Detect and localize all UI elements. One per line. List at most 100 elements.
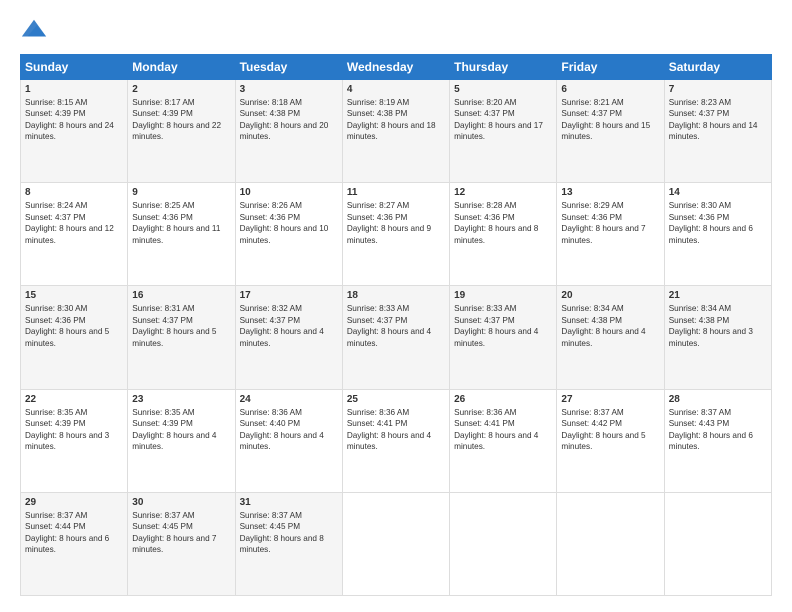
day-info: Sunrise: 8:18 AMSunset: 4:38 PMDaylight:… xyxy=(240,97,338,143)
calendar-cell: 21Sunrise: 8:34 AMSunset: 4:38 PMDayligh… xyxy=(664,286,771,389)
day-number: 19 xyxy=(454,290,552,301)
day-number: 12 xyxy=(454,187,552,198)
page: SundayMondayTuesdayWednesdayThursdayFrid… xyxy=(0,0,792,612)
calendar-header-sunday: Sunday xyxy=(21,55,128,80)
calendar-cell: 5 Sunrise: 8:20 AMSunset: 4:37 PMDaylight… xyxy=(450,80,557,183)
calendar-cell: 30 Sunrise: 8:37 AMSunset: 4:45 PMDayligh… xyxy=(128,492,235,595)
calendar-header-friday: Friday xyxy=(557,55,664,80)
calendar-cell: 6 Sunrise: 8:21 AMSunset: 4:37 PMDaylight… xyxy=(557,80,664,183)
day-info: Sunrise: 8:32 AMSunset: 4:37 PMDaylight:… xyxy=(240,303,338,349)
calendar-cell: 24 Sunrise: 8:36 AMSunset: 4:40 PMDayligh… xyxy=(235,389,342,492)
day-info: Sunrise: 8:37 AMSunset: 4:45 PMDaylight:… xyxy=(132,510,230,556)
calendar-cell: 2 Sunrise: 8:17 AMSunset: 4:39 PMDaylight… xyxy=(128,80,235,183)
day-number: 27 xyxy=(561,394,659,405)
day-info: Sunrise: 8:15 AMSunset: 4:39 PMDaylight:… xyxy=(25,97,123,143)
day-info: Sunrise: 8:23 AMSunset: 4:37 PMDaylight:… xyxy=(669,97,767,143)
day-info: Sunrise: 8:30 AMSunset: 4:36 PMDaylight:… xyxy=(669,200,767,246)
day-number: 16 xyxy=(132,290,230,301)
day-number: 14 xyxy=(669,187,767,198)
day-info: Sunrise: 8:34 AMSunset: 4:38 PMDaylight:… xyxy=(561,303,659,349)
day-number: 24 xyxy=(240,394,338,405)
calendar-cell: 14 Sunrise: 8:30 AMSunset: 4:36 PMDayligh… xyxy=(664,183,771,286)
day-info: Sunrise: 8:30 AMSunset: 4:36 PMDaylight:… xyxy=(25,303,123,349)
calendar-header-thursday: Thursday xyxy=(450,55,557,80)
calendar-cell: 10Sunrise: 8:26 AMSunset: 4:36 PMDayligh… xyxy=(235,183,342,286)
day-info: Sunrise: 8:21 AMSunset: 4:37 PMDaylight:… xyxy=(561,97,659,143)
calendar-cell: 12 Sunrise: 8:28 AMSunset: 4:36 PMDayligh… xyxy=(450,183,557,286)
day-info: Sunrise: 8:31 AMSunset: 4:37 PMDaylight:… xyxy=(132,303,230,349)
day-info: Sunrise: 8:27 AMSunset: 4:36 PMDaylight:… xyxy=(347,200,445,246)
day-number: 25 xyxy=(347,394,445,405)
day-number: 13 xyxy=(561,187,659,198)
calendar-row-3: 15 Sunrise: 8:30 AMSunset: 4:36 PMDayligh… xyxy=(21,286,772,389)
day-number: 23 xyxy=(132,394,230,405)
day-info: Sunrise: 8:37 AMSunset: 4:44 PMDaylight:… xyxy=(25,510,123,556)
day-number: 31 xyxy=(240,497,338,508)
calendar-row-4: 22 Sunrise: 8:35 AMSunset: 4:39 PMDayligh… xyxy=(21,389,772,492)
day-number: 26 xyxy=(454,394,552,405)
calendar-row-1: 1 Sunrise: 8:15 AMSunset: 4:39 PMDaylight… xyxy=(21,80,772,183)
calendar-cell: 27 Sunrise: 8:37 AMSunset: 4:42 PMDayligh… xyxy=(557,389,664,492)
calendar-cell: 11 Sunrise: 8:27 AMSunset: 4:36 PMDayligh… xyxy=(342,183,449,286)
day-number: 3 xyxy=(240,84,338,95)
day-info: Sunrise: 8:17 AMSunset: 4:39 PMDaylight:… xyxy=(132,97,230,143)
day-info: Sunrise: 8:33 AMSunset: 4:37 PMDaylight:… xyxy=(347,303,445,349)
day-info: Sunrise: 8:24 AMSunset: 4:37 PMDaylight:… xyxy=(25,200,123,246)
day-number: 8 xyxy=(25,187,123,198)
calendar-row-2: 8 Sunrise: 8:24 AMSunset: 4:37 PMDaylight… xyxy=(21,183,772,286)
day-info: Sunrise: 8:36 AMSunset: 4:41 PMDaylight:… xyxy=(347,407,445,453)
calendar-cell: 13Sunrise: 8:29 AMSunset: 4:36 PMDayligh… xyxy=(557,183,664,286)
day-info: Sunrise: 8:33 AMSunset: 4:37 PMDaylight:… xyxy=(454,303,552,349)
day-info: Sunrise: 8:36 AMSunset: 4:40 PMDaylight:… xyxy=(240,407,338,453)
calendar-cell: 1 Sunrise: 8:15 AMSunset: 4:39 PMDaylight… xyxy=(21,80,128,183)
calendar-header-row: SundayMondayTuesdayWednesdayThursdayFrid… xyxy=(21,55,772,80)
day-info: Sunrise: 8:35 AMSunset: 4:39 PMDaylight:… xyxy=(25,407,123,453)
calendar-cell: 29 Sunrise: 8:37 AMSunset: 4:44 PMDayligh… xyxy=(21,492,128,595)
calendar-header-tuesday: Tuesday xyxy=(235,55,342,80)
day-number: 9 xyxy=(132,187,230,198)
calendar-cell: 7 Sunrise: 8:23 AMSunset: 4:37 PMDaylight… xyxy=(664,80,771,183)
calendar-cell: 4Sunrise: 8:19 AMSunset: 4:38 PMDaylight… xyxy=(342,80,449,183)
header xyxy=(20,16,772,44)
day-info: Sunrise: 8:34 AMSunset: 4:38 PMDaylight:… xyxy=(669,303,767,349)
calendar-cell: 25 Sunrise: 8:36 AMSunset: 4:41 PMDayligh… xyxy=(342,389,449,492)
day-number: 22 xyxy=(25,394,123,405)
day-number: 1 xyxy=(25,84,123,95)
day-number: 18 xyxy=(347,290,445,301)
calendar-cell: 9 Sunrise: 8:25 AMSunset: 4:36 PMDaylight… xyxy=(128,183,235,286)
day-number: 6 xyxy=(561,84,659,95)
day-number: 5 xyxy=(454,84,552,95)
day-info: Sunrise: 8:20 AMSunset: 4:37 PMDaylight:… xyxy=(454,97,552,143)
day-info: Sunrise: 8:36 AMSunset: 4:41 PMDaylight:… xyxy=(454,407,552,453)
day-number: 2 xyxy=(132,84,230,95)
day-number: 28 xyxy=(669,394,767,405)
day-info: Sunrise: 8:35 AMSunset: 4:39 PMDaylight:… xyxy=(132,407,230,453)
day-number: 11 xyxy=(347,187,445,198)
calendar-header-wednesday: Wednesday xyxy=(342,55,449,80)
calendar-row-5: 29 Sunrise: 8:37 AMSunset: 4:44 PMDayligh… xyxy=(21,492,772,595)
day-number: 30 xyxy=(132,497,230,508)
calendar-cell: 19 Sunrise: 8:33 AMSunset: 4:37 PMDayligh… xyxy=(450,286,557,389)
calendar-cell: 16 Sunrise: 8:31 AMSunset: 4:37 PMDayligh… xyxy=(128,286,235,389)
day-info: Sunrise: 8:19 AMSunset: 4:38 PMDaylight:… xyxy=(347,97,445,143)
day-info: Sunrise: 8:26 AMSunset: 4:36 PMDaylight:… xyxy=(240,200,338,246)
day-info: Sunrise: 8:25 AMSunset: 4:36 PMDaylight:… xyxy=(132,200,230,246)
calendar-cell xyxy=(557,492,664,595)
calendar-cell: 18 Sunrise: 8:33 AMSunset: 4:37 PMDayligh… xyxy=(342,286,449,389)
day-info: Sunrise: 8:28 AMSunset: 4:36 PMDaylight:… xyxy=(454,200,552,246)
calendar-cell xyxy=(664,492,771,595)
calendar-cell xyxy=(450,492,557,595)
calendar-cell: 3 Sunrise: 8:18 AMSunset: 4:38 PMDaylight… xyxy=(235,80,342,183)
day-number: 15 xyxy=(25,290,123,301)
logo-icon xyxy=(20,16,48,44)
day-number: 17 xyxy=(240,290,338,301)
day-info: Sunrise: 8:37 AMSunset: 4:45 PMDaylight:… xyxy=(240,510,338,556)
calendar-header-monday: Monday xyxy=(128,55,235,80)
logo xyxy=(20,16,52,44)
day-number: 7 xyxy=(669,84,767,95)
day-info: Sunrise: 8:37 AMSunset: 4:42 PMDaylight:… xyxy=(561,407,659,453)
day-number: 29 xyxy=(25,497,123,508)
calendar-header-saturday: Saturday xyxy=(664,55,771,80)
calendar-cell: 31 Sunrise: 8:37 AMSunset: 4:45 PMDayligh… xyxy=(235,492,342,595)
calendar-cell: 22 Sunrise: 8:35 AMSunset: 4:39 PMDayligh… xyxy=(21,389,128,492)
